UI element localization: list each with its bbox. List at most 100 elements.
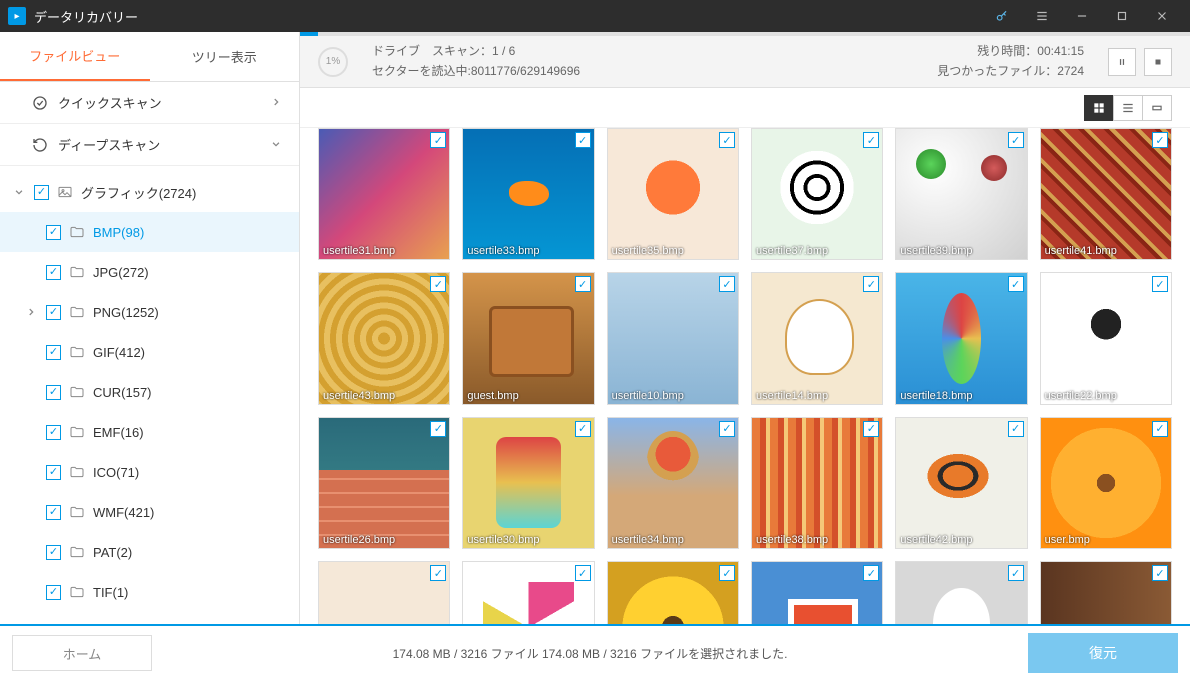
thumbnail-checkbox[interactable] bbox=[1008, 132, 1024, 148]
thumbnail[interactable] bbox=[607, 561, 739, 624]
checkbox[interactable] bbox=[34, 185, 49, 200]
deep-scan-section[interactable]: ディープスキャン bbox=[0, 124, 299, 166]
tree-item[interactable]: WMF(421) bbox=[0, 492, 299, 532]
thumbnail[interactable]: usertile22.bmp bbox=[1040, 272, 1172, 404]
tree-item[interactable]: JPG(272) bbox=[0, 252, 299, 292]
thumbnail[interactable]: usertile31.bmp bbox=[318, 128, 450, 260]
maximize-button[interactable] bbox=[1102, 0, 1142, 32]
tree-item[interactable]: BMP(98) bbox=[0, 212, 299, 252]
thumbnail-checkbox[interactable] bbox=[719, 132, 735, 148]
menu-icon[interactable] bbox=[1022, 0, 1062, 32]
thumbnail-filename: usertile10.bmp bbox=[608, 388, 738, 404]
thumbnail-image bbox=[319, 129, 449, 259]
checkbox[interactable] bbox=[46, 585, 61, 600]
thumbnail-checkbox[interactable] bbox=[1008, 421, 1024, 437]
quick-scan-section[interactable]: クイックスキャン bbox=[0, 82, 299, 124]
checkbox[interactable] bbox=[46, 505, 61, 520]
tree-item[interactable]: ICO(71) bbox=[0, 452, 299, 492]
checkbox[interactable] bbox=[46, 225, 61, 240]
checkbox[interactable] bbox=[46, 265, 61, 280]
thumbnail-checkbox[interactable] bbox=[1152, 276, 1168, 292]
tree-item[interactable]: PNG(1252) bbox=[0, 292, 299, 332]
checkbox[interactable] bbox=[46, 425, 61, 440]
folder-icon bbox=[69, 304, 85, 320]
list-view-button[interactable] bbox=[1113, 95, 1143, 121]
thumbnail-checkbox[interactable] bbox=[1008, 565, 1024, 581]
thumbnail-checkbox[interactable] bbox=[1152, 565, 1168, 581]
tree-item[interactable]: CUR(157) bbox=[0, 372, 299, 412]
thumbnail-checkbox[interactable] bbox=[1152, 132, 1168, 148]
checkbox[interactable] bbox=[46, 305, 61, 320]
thumbnail-checkbox[interactable] bbox=[430, 565, 446, 581]
thumbnail-checkbox[interactable] bbox=[719, 421, 735, 437]
tree-item-label: TIF(1) bbox=[93, 585, 128, 600]
thumbnail[interactable] bbox=[751, 561, 883, 624]
detail-view-button[interactable] bbox=[1142, 95, 1172, 121]
checkbox[interactable] bbox=[46, 545, 61, 560]
thumbnail-checkbox[interactable] bbox=[430, 132, 446, 148]
expand-icon[interactable] bbox=[24, 307, 38, 317]
tree-item[interactable]: PAT(2) bbox=[0, 532, 299, 572]
thumbnail[interactable]: usertile38.bmp bbox=[751, 417, 883, 549]
thumbnail[interactable]: usertile41.bmp bbox=[1040, 128, 1172, 260]
thumbnail[interactable]: guest.bmp bbox=[462, 272, 594, 404]
thumbnail[interactable]: usertile35.bmp bbox=[607, 128, 739, 260]
thumbnail-checkbox[interactable] bbox=[863, 132, 879, 148]
thumbnail[interactable]: usertile18.bmp bbox=[895, 272, 1027, 404]
tree-root-graphics[interactable]: グラフィック(2724) bbox=[0, 172, 299, 212]
folder-icon bbox=[69, 424, 85, 440]
thumbnail-checkbox[interactable] bbox=[863, 276, 879, 292]
thumbnail-image bbox=[608, 418, 738, 548]
recover-button[interactable]: 復元 bbox=[1028, 633, 1178, 673]
tree-item[interactable]: EMF(16) bbox=[0, 412, 299, 452]
thumbnail[interactable]: usertile43.bmp bbox=[318, 272, 450, 404]
thumbnail-image bbox=[319, 418, 449, 548]
key-icon[interactable] bbox=[982, 0, 1022, 32]
home-button[interactable]: ホーム bbox=[12, 635, 152, 671]
close-button[interactable] bbox=[1142, 0, 1182, 32]
thumbnail-checkbox[interactable] bbox=[575, 132, 591, 148]
thumbnail-checkbox[interactable] bbox=[863, 421, 879, 437]
thumbnail-checkbox[interactable] bbox=[719, 565, 735, 581]
tree-item[interactable]: TIF(1) bbox=[0, 572, 299, 612]
thumbnail[interactable]: usertile30.bmp bbox=[462, 417, 594, 549]
stop-button[interactable] bbox=[1144, 48, 1172, 76]
thumbnail-checkbox[interactable] bbox=[575, 421, 591, 437]
thumbnail-checkbox[interactable] bbox=[430, 276, 446, 292]
thumbnail[interactable] bbox=[462, 561, 594, 624]
pause-button[interactable] bbox=[1108, 48, 1136, 76]
thumbnail-checkbox[interactable] bbox=[1008, 276, 1024, 292]
thumbnail[interactable]: user.bmp bbox=[1040, 417, 1172, 549]
tab-file-view[interactable]: ファイルビュー bbox=[0, 32, 150, 81]
thumbnail[interactable]: usertile26.bmp bbox=[318, 417, 450, 549]
thumbnail[interactable]: usertile14.bmp bbox=[751, 272, 883, 404]
grid-view-button[interactable] bbox=[1084, 95, 1114, 121]
thumbnail[interactable]: usertile33.bmp bbox=[462, 128, 594, 260]
tree-item[interactable]: GIF(412) bbox=[0, 332, 299, 372]
thumbnail[interactable] bbox=[318, 561, 450, 624]
thumbnail[interactable]: usertile10.bmp bbox=[607, 272, 739, 404]
checkbox[interactable] bbox=[46, 345, 61, 360]
thumbnail-checkbox[interactable] bbox=[1152, 421, 1168, 437]
thumbnail-checkbox[interactable] bbox=[575, 276, 591, 292]
thumbnail-checkbox[interactable] bbox=[863, 565, 879, 581]
thumbnail[interactable] bbox=[895, 561, 1027, 624]
thumbnail[interactable]: usertile39.bmp bbox=[895, 128, 1027, 260]
tab-tree-view[interactable]: ツリー表示 bbox=[150, 32, 300, 81]
thumbnail-checkbox[interactable] bbox=[575, 565, 591, 581]
thumbnail-grid-wrap[interactable]: usertile31.bmpusertile33.bmpusertile35.b… bbox=[300, 128, 1190, 624]
collapse-icon[interactable] bbox=[12, 187, 26, 197]
thumbnail[interactable]: usertile42.bmp bbox=[895, 417, 1027, 549]
checkbox[interactable] bbox=[46, 385, 61, 400]
thumbnail[interactable]: usertile34.bmp bbox=[607, 417, 739, 549]
checkbox[interactable] bbox=[46, 465, 61, 480]
minimize-button[interactable] bbox=[1062, 0, 1102, 32]
scan-status-bar: 1% ドライブ スキャン：1 / 6 セクターを読込中:8011776/6291… bbox=[300, 36, 1190, 88]
thumbnail-checkbox[interactable] bbox=[430, 421, 446, 437]
thumbnail-image bbox=[1041, 129, 1171, 259]
thumbnail-checkbox[interactable] bbox=[719, 276, 735, 292]
thumbnail-image bbox=[896, 129, 1026, 259]
thumbnail[interactable] bbox=[1040, 561, 1172, 624]
thumbnail[interactable]: usertile37.bmp bbox=[751, 128, 883, 260]
thumbnail-filename: usertile18.bmp bbox=[896, 388, 1026, 404]
